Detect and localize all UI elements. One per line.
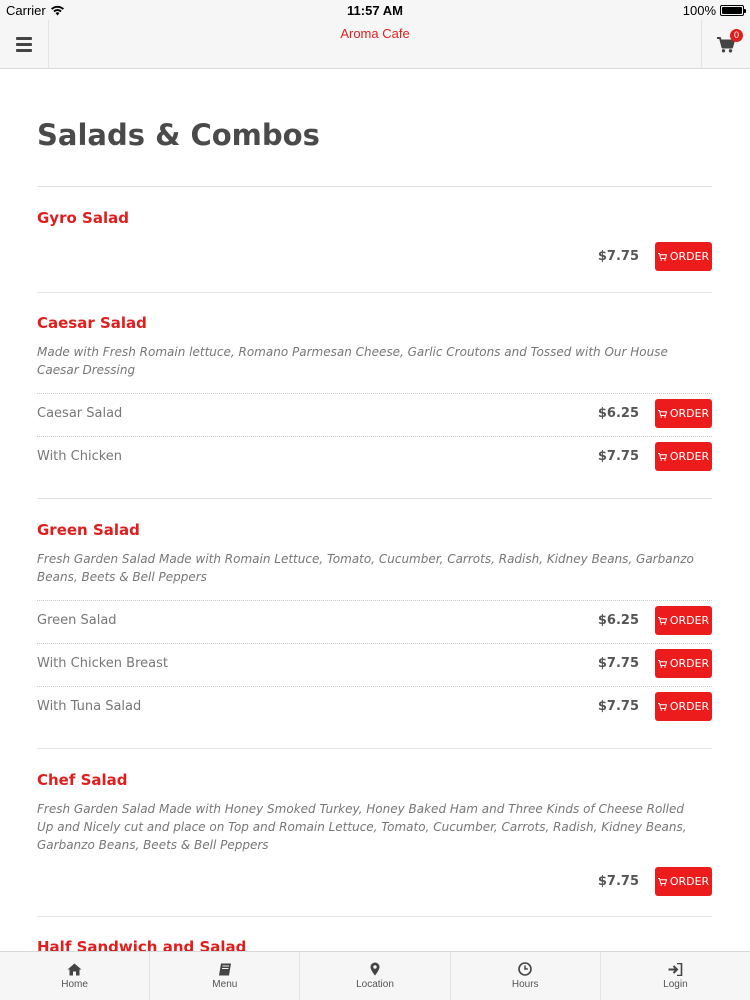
item-title: Caesar Salad	[37, 314, 147, 332]
option-divider	[37, 600, 712, 601]
tab-label: Login	[663, 978, 688, 990]
option-price: $7.75	[597, 249, 639, 264]
sign-in-icon	[668, 962, 683, 976]
option-price: $7.75	[597, 874, 639, 889]
tab-label: Home	[61, 978, 88, 990]
cart-icon	[657, 877, 667, 886]
tab-login[interactable]: Login	[601, 952, 750, 1000]
tab-home[interactable]: Home	[0, 952, 151, 1000]
order-button[interactable]: ORDER	[655, 399, 712, 428]
option-name: Green Salad	[37, 613, 117, 628]
option-row: Green Salad $6.25 ORDER	[37, 606, 712, 636]
option-price: $7.75	[597, 699, 639, 714]
tab-label: Menu	[212, 978, 238, 990]
option-divider	[37, 686, 712, 687]
option-divider	[37, 643, 712, 644]
app-header: Aroma Cafe 0	[0, 20, 750, 69]
item-title: Half Sandwich and Salad	[37, 938, 247, 951]
option-divider	[37, 393, 712, 394]
option-price: $6.25	[597, 613, 639, 628]
option-name: With Tuna Salad	[37, 699, 142, 714]
order-button[interactable]: ORDER	[655, 649, 712, 678]
bottom-tab-bar: Home Menu Location Hours Login	[0, 951, 750, 1000]
order-label: ORDER	[669, 657, 710, 670]
cart-count-badge: 0	[730, 28, 743, 42]
item-description: Made with Fresh Romain lettuce, Romano P…	[37, 345, 668, 377]
order-button[interactable]: ORDER	[655, 867, 712, 896]
cart-button[interactable]: 0	[701, 20, 750, 69]
order-button[interactable]: ORDER	[655, 442, 712, 471]
item-description: Fresh Garden Salad Made with Honey Smoke…	[37, 802, 687, 852]
order-label: ORDER	[669, 250, 710, 263]
order-label: ORDER	[669, 450, 710, 463]
order-button[interactable]: ORDER	[655, 692, 712, 721]
item-title: Gyro Salad	[37, 209, 129, 227]
order-label: ORDER	[669, 407, 710, 420]
cart-icon	[657, 702, 667, 711]
order-button[interactable]: ORDER	[655, 242, 712, 271]
section-divider	[37, 292, 712, 293]
option-price: $6.25	[597, 406, 639, 421]
home-icon	[67, 963, 82, 975]
clock: 11:57 AM	[347, 3, 403, 18]
order-label: ORDER	[669, 875, 710, 888]
book-icon	[218, 963, 231, 975]
order-label: ORDER	[669, 700, 710, 713]
option-price: $7.75	[597, 449, 639, 464]
map-marker-icon	[370, 962, 380, 976]
item-title: Chef Salad	[37, 771, 128, 789]
tab-location[interactable]: Location	[300, 952, 451, 1000]
status-bar: Carrier 11:57 AM 100%	[0, 0, 750, 20]
item-description: Fresh Garden Salad Made with Romain Lett…	[37, 552, 694, 584]
tab-label: Hours	[511, 979, 539, 990]
app-title: Aroma Cafe	[340, 26, 410, 41]
section-divider	[37, 748, 712, 749]
option-name: With Chicken Breast	[37, 656, 168, 671]
cart-icon	[657, 409, 667, 418]
cart-icon	[657, 659, 667, 668]
item-title: Green Salad	[37, 521, 140, 539]
option-name: Caesar Salad	[37, 406, 123, 421]
battery-indicator: 100%	[682, 3, 746, 18]
cart-icon	[657, 616, 667, 625]
battery-icon	[720, 5, 746, 16]
order-label: ORDER	[669, 614, 710, 627]
option-price: $7.75	[597, 656, 639, 671]
tab-hours[interactable]: Hours	[451, 952, 601, 1000]
option-row: $7.75 ORDER	[37, 242, 712, 272]
option-divider	[37, 436, 712, 437]
tab-label: Location	[356, 979, 394, 990]
battery-percent: 100%	[682, 3, 716, 18]
section-divider	[37, 916, 712, 917]
option-row: With Chicken $7.75 ORDER	[37, 442, 712, 472]
menu-content[interactable]: Salads & Combos Gyro Salad $7.75 ORDER C…	[0, 70, 750, 951]
section-divider	[37, 498, 712, 499]
page-title: Salads & Combos	[37, 118, 320, 152]
tab-menu[interactable]: Menu	[150, 952, 301, 1000]
clock-icon	[518, 962, 533, 976]
section-divider	[37, 186, 712, 187]
option-row: With Tuna Salad $7.75 ORDER	[37, 692, 712, 722]
option-row: Caesar Salad $6.25 ORDER	[37, 399, 712, 429]
cart-icon	[657, 252, 667, 261]
order-button[interactable]: ORDER	[655, 606, 712, 635]
cart-icon	[657, 452, 667, 461]
option-name: With Chicken	[37, 449, 123, 464]
option-row: With Chicken Breast $7.75 ORDER	[37, 649, 712, 679]
option-row: $7.75 ORDER	[37, 867, 712, 897]
